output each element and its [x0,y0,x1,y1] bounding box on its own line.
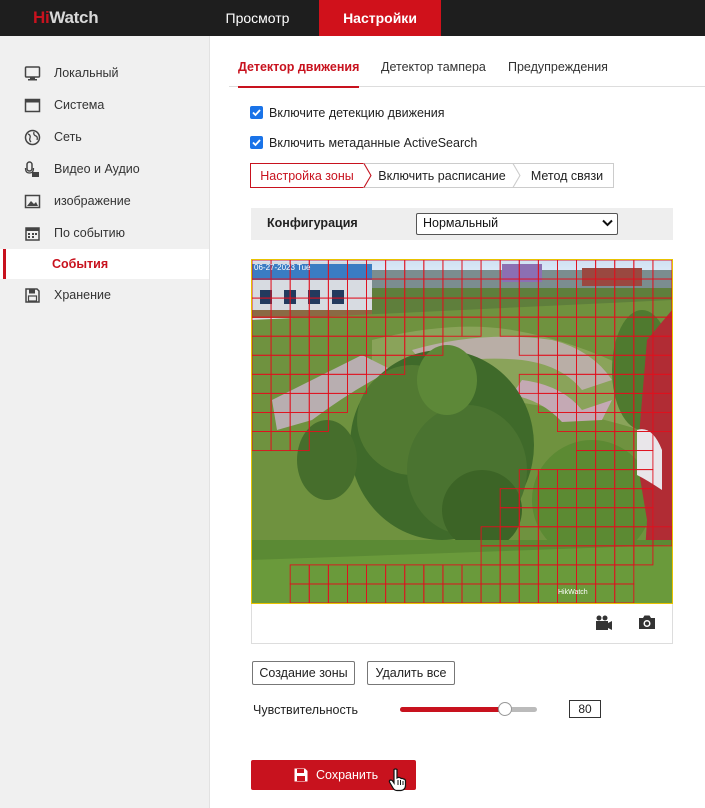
sidebar-subitem-events[interactable]: События [0,249,209,279]
detector-tabs: Детектор движения Детектор тампера Преду… [229,50,705,88]
configuration-bar: Конфигурация Нормальный [251,208,673,240]
step-zone-settings[interactable]: Настройка зоны [250,164,364,188]
enable-metadata-label: Включить метаданные ActiveSearch [269,136,478,150]
step-linkage-method[interactable]: Метод связи [520,164,614,188]
monitor-icon [24,66,41,81]
active-indicator [3,249,6,279]
configuration-value: Нормальный [423,216,499,230]
sidebar-subitem-label: События [52,257,109,271]
sidebar-item-storage[interactable]: Хранение [0,280,209,310]
nav-tab-preview[interactable]: Просмотр [209,0,306,36]
sidebar-item-local[interactable]: Локальный [0,58,209,88]
sidebar-item-network[interactable]: Сеть [0,122,209,152]
nav-tab-settings[interactable]: Настройки [319,0,441,36]
create-zone-button[interactable]: Создание зоны [252,661,355,685]
sensitivity-slider[interactable] [400,701,540,719]
sidebar-item-label: Локальный [54,66,119,80]
delete-all-button[interactable]: Удалить все [367,661,455,685]
window-icon [24,98,41,113]
video-watermark: HikWatch [558,589,588,596]
chevron-down-icon [602,219,613,227]
globe-icon [24,129,41,146]
mic-camera-icon [24,161,39,177]
sidebar-item-system[interactable]: Система [0,90,209,120]
sidebar-item-event[interactable]: По событию [0,218,209,248]
sensitivity-value[interactable]: 80 [569,700,601,718]
configuration-label: Конфигурация [267,216,358,230]
enable-motion-label: Включите детекцию движения [269,106,445,120]
top-bar: HiWatch Просмотр Настройки [0,0,705,36]
camera-snapshot-icon[interactable] [638,614,656,630]
camera-scene: 06-27-2023 Tue HikWatch [252,260,672,603]
sidebar-item-label: изображение [54,194,131,208]
tab-motion-detection[interactable]: Детектор движения [238,50,360,88]
sidebar-item-label: Сеть [54,130,82,144]
logo: HiWatch [33,8,99,27]
hand-cursor-icon [388,768,407,792]
record-video-icon[interactable] [593,615,613,632]
save-button-label: Сохранить [316,768,379,782]
checkmark-icon [252,109,261,117]
checkmark-icon [252,139,261,147]
preview-toolbar [251,604,673,644]
floppy-icon [294,768,308,782]
video-timestamp: 06-27-2023 Tue [254,263,311,272]
sidebar-item-label: Система [54,98,105,112]
image-icon [24,194,41,209]
step-schedule[interactable]: Включить расписание [371,164,513,188]
slider-fill [400,707,505,712]
sensitivity-label: Чувствительность [253,703,358,717]
slider-thumb[interactable] [498,702,512,716]
configuration-select[interactable]: Нормальный [416,213,618,235]
sidebar-item-label: Видео и Аудио [54,162,140,176]
sidebar-item-video-audio[interactable]: Видео и Аудио [0,154,209,184]
tab-alerts[interactable]: Предупреждения [508,50,608,86]
calendar-icon [25,227,40,241]
sidebar: Локальный Система Сеть Видео и Аудио изо… [0,36,210,808]
sidebar-item-image[interactable]: изображение [0,186,209,216]
tab-tamper-detection[interactable]: Детектор тампера [381,50,486,86]
floppy-icon [25,288,40,303]
enable-metadata-checkbox[interactable] [250,136,263,149]
sidebar-item-label: Хранение [54,288,111,302]
sidebar-item-label: По событию [54,226,125,240]
camera-preview[interactable]: 06-27-2023 Tue HikWatch [251,259,673,604]
enable-motion-checkbox[interactable] [250,106,263,119]
